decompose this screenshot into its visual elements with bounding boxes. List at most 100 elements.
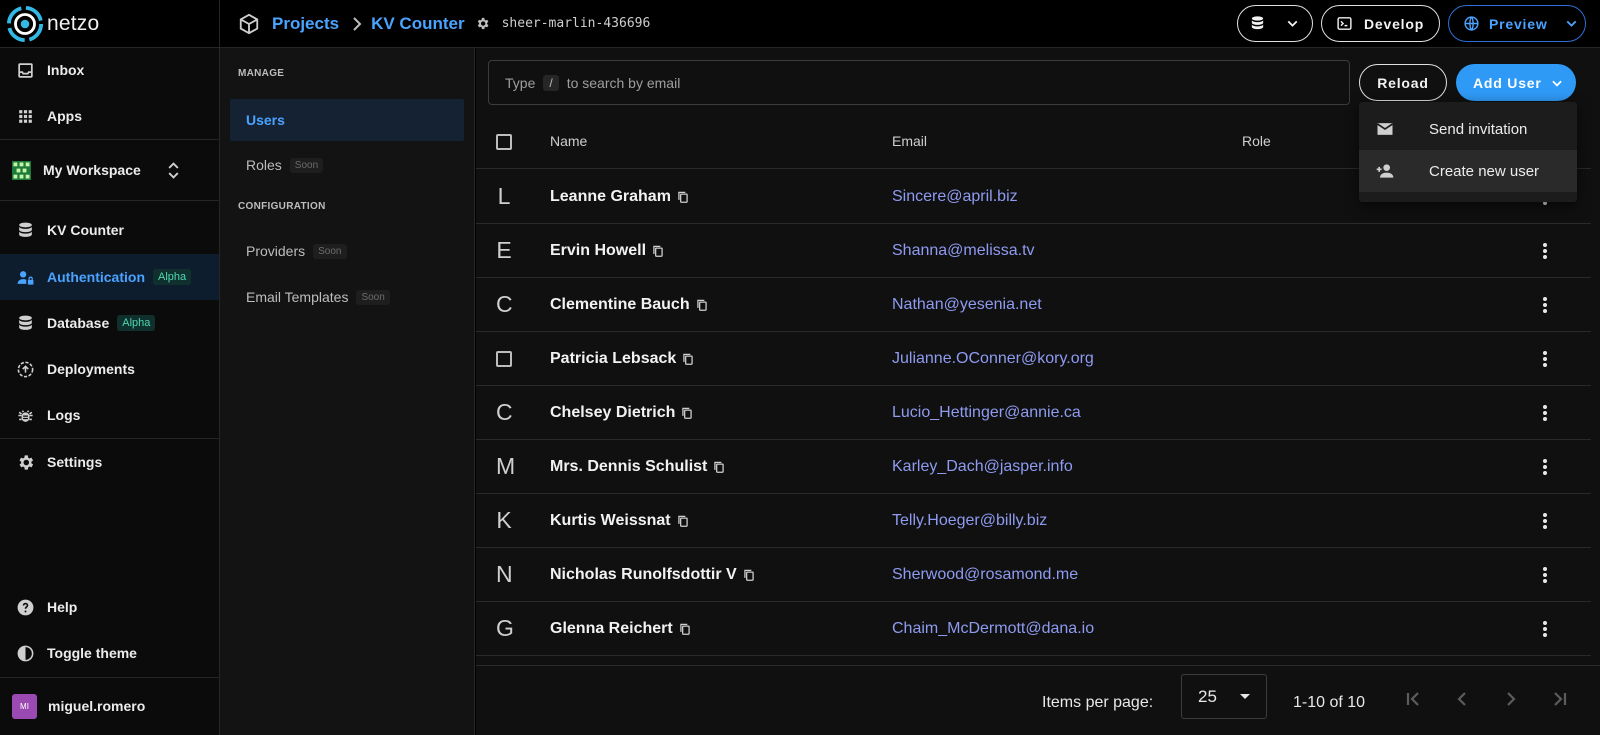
sidebar-item-label: Toggle theme xyxy=(47,645,137,661)
row-avatar-initial[interactable]: L xyxy=(496,183,512,210)
apps-grid-icon xyxy=(19,109,32,123)
copy-icon[interactable] xyxy=(676,190,690,204)
sidebar-item-authentication[interactable]: Authentication Alpha xyxy=(0,254,219,300)
more-vert-icon[interactable] xyxy=(1537,242,1553,260)
subnav-item-email-templates[interactable]: Email Templates Soon xyxy=(230,276,464,318)
copy-icon[interactable] xyxy=(680,406,694,420)
menu-item-send-invitation[interactable]: Send invitation xyxy=(1359,108,1577,150)
more-vert-icon[interactable] xyxy=(1537,512,1553,530)
sidebar: Inbox Apps My Workspace KV Counter Authe… xyxy=(0,48,220,735)
person-lock-icon xyxy=(17,270,34,285)
workspace-selector[interactable]: My Workspace xyxy=(0,146,219,194)
project-id: sheer-marlin-436696 xyxy=(501,16,651,31)
user-email-link[interactable]: Sherwood@rosamond.me xyxy=(892,566,1078,584)
subnav-item-label: Email Templates xyxy=(246,289,349,305)
more-vert-icon[interactable] xyxy=(1537,566,1553,584)
last-page-icon[interactable] xyxy=(1548,687,1572,711)
top-bar: netzo Projects KV Counter sheer-marlin-4… xyxy=(0,0,1600,48)
help-icon xyxy=(17,599,34,615)
avatar: MI xyxy=(12,693,37,719)
user-name: Leanne Graham xyxy=(550,187,671,205)
more-vert-icon[interactable] xyxy=(1537,620,1553,638)
user-email-link[interactable]: Karley_Dach@jasper.info xyxy=(892,458,1073,476)
column-header-name[interactable]: Name xyxy=(550,133,587,149)
more-vert-icon[interactable] xyxy=(1537,296,1553,314)
auth-subnav: MANAGE Users Roles Soon CONFIGURATION Pr… xyxy=(220,48,475,735)
sidebar-item-apps[interactable]: Apps xyxy=(0,94,219,138)
search-input[interactable]: Type / to search by email xyxy=(488,60,1350,105)
sidebar-item-database[interactable]: Database Alpha xyxy=(0,301,219,345)
previous-page-icon[interactable] xyxy=(1450,687,1474,711)
row-checkbox[interactable] xyxy=(496,351,512,367)
column-header-role[interactable]: Role xyxy=(1242,133,1271,149)
copy-icon[interactable] xyxy=(712,460,726,474)
user-email-link[interactable]: Lucio_Hettinger@annie.ca xyxy=(892,404,1081,422)
sidebar-item-label: Inbox xyxy=(47,62,85,78)
row-avatar-initial[interactable]: C xyxy=(496,291,513,318)
more-vert-icon[interactable] xyxy=(1537,404,1553,422)
row-avatar-initial[interactable]: K xyxy=(496,507,512,534)
user-menu[interactable]: MI miguel.romero xyxy=(0,684,219,728)
sidebar-item-help[interactable]: Help xyxy=(0,585,219,629)
copy-icon[interactable] xyxy=(676,514,690,528)
copy-icon[interactable] xyxy=(681,352,695,366)
logo[interactable]: netzo xyxy=(0,0,220,48)
user-email-link[interactable]: Sincere@april.biz xyxy=(892,188,1018,206)
user-email-link[interactable]: Shanna@melissa.tv xyxy=(892,242,1035,260)
items-per-page-select[interactable]: 25 xyxy=(1181,674,1267,719)
sidebar-item-kv-counter[interactable]: KV Counter xyxy=(0,208,219,252)
table-row[interactable]: M Mrs. Dennis Schulist Karley_Dach@jasper.… xyxy=(476,440,1591,494)
first-page-icon[interactable] xyxy=(1401,687,1425,711)
table-row[interactable]: G Glenna Reichert Chaim_McDermott@dana.io xyxy=(476,602,1591,656)
row-avatar-initial[interactable]: G xyxy=(496,615,514,642)
more-vert-icon[interactable] xyxy=(1537,350,1553,368)
user-email-link[interactable]: Nathan@yesenia.net xyxy=(892,296,1042,314)
column-header-email[interactable]: Email xyxy=(892,133,927,149)
user-name: Nicholas Runolfsdottir V xyxy=(550,565,737,583)
sidebar-item-logs[interactable]: Logs xyxy=(0,393,219,437)
user-name-cell: Chelsey Dietrich xyxy=(550,404,694,422)
row-avatar-initial[interactable]: E xyxy=(496,237,512,264)
user-email-link[interactable]: Julianne.OConner@kory.org xyxy=(892,350,1094,368)
select-all-checkbox[interactable] xyxy=(496,134,512,150)
copy-icon[interactable] xyxy=(651,244,665,258)
menu-item-create-new-user[interactable]: Create new user xyxy=(1359,150,1577,192)
next-page-icon[interactable] xyxy=(1499,687,1523,711)
subnav-item-users[interactable]: Users xyxy=(230,99,464,141)
row-avatar-initial[interactable]: C xyxy=(496,399,513,426)
add-user-button[interactable]: Add User xyxy=(1456,64,1576,101)
row-avatar-initial[interactable]: M xyxy=(496,453,515,480)
copy-icon[interactable] xyxy=(742,568,756,582)
sidebar-item-inbox[interactable]: Inbox xyxy=(0,48,219,92)
sidebar-divider xyxy=(0,438,219,439)
table-row[interactable]: C Chelsey Dietrich Lucio_Hettinger@annie.c… xyxy=(476,386,1591,440)
add-user-label: Add User xyxy=(1473,74,1542,91)
sidebar-divider xyxy=(0,677,219,678)
table-row[interactable]: Patricia Lebsack Julianne.OConner@kory.or… xyxy=(476,332,1591,386)
breadcrumb-projects-link[interactable]: Projects xyxy=(272,14,339,34)
copy-icon[interactable] xyxy=(695,298,709,312)
sidebar-item-deployments[interactable]: Deployments xyxy=(0,347,219,391)
more-vert-icon[interactable] xyxy=(1537,458,1553,476)
table-row[interactable]: C Clementine Bauch Nathan@yesenia.net xyxy=(476,278,1591,332)
row-avatar-initial[interactable]: N xyxy=(496,561,513,588)
database-selector[interactable] xyxy=(1237,5,1313,42)
gear-icon[interactable] xyxy=(475,16,490,31)
database-icon xyxy=(1251,16,1264,30)
sidebar-item-settings[interactable]: Settings xyxy=(0,440,219,484)
table-row[interactable]: N Nicholas Runolfsdottir V Sherwood@rosamo… xyxy=(476,548,1591,602)
subnav-item-roles[interactable]: Roles Soon xyxy=(230,144,464,186)
reload-button[interactable]: Reload xyxy=(1359,64,1447,101)
copy-icon[interactable] xyxy=(678,622,692,636)
breadcrumb-project-link[interactable]: KV Counter xyxy=(371,14,465,34)
user-email-link[interactable]: Chaim_McDermott@dana.io xyxy=(892,620,1094,638)
database-icon xyxy=(19,222,32,237)
subnav-item-providers[interactable]: Providers Soon xyxy=(230,230,464,272)
toggle-theme-button[interactable]: Toggle theme xyxy=(0,631,219,675)
section-title-configuration: CONFIGURATION xyxy=(238,201,326,212)
table-row[interactable]: E Ervin Howell Shanna@melissa.tv xyxy=(476,224,1591,278)
preview-button[interactable]: Preview xyxy=(1448,5,1586,42)
user-email-link[interactable]: Telly.Hoeger@billy.biz xyxy=(892,512,1047,530)
develop-button[interactable]: Develop xyxy=(1321,5,1440,42)
table-row[interactable]: K Kurtis Weissnat Telly.Hoeger@billy.biz xyxy=(476,494,1591,548)
